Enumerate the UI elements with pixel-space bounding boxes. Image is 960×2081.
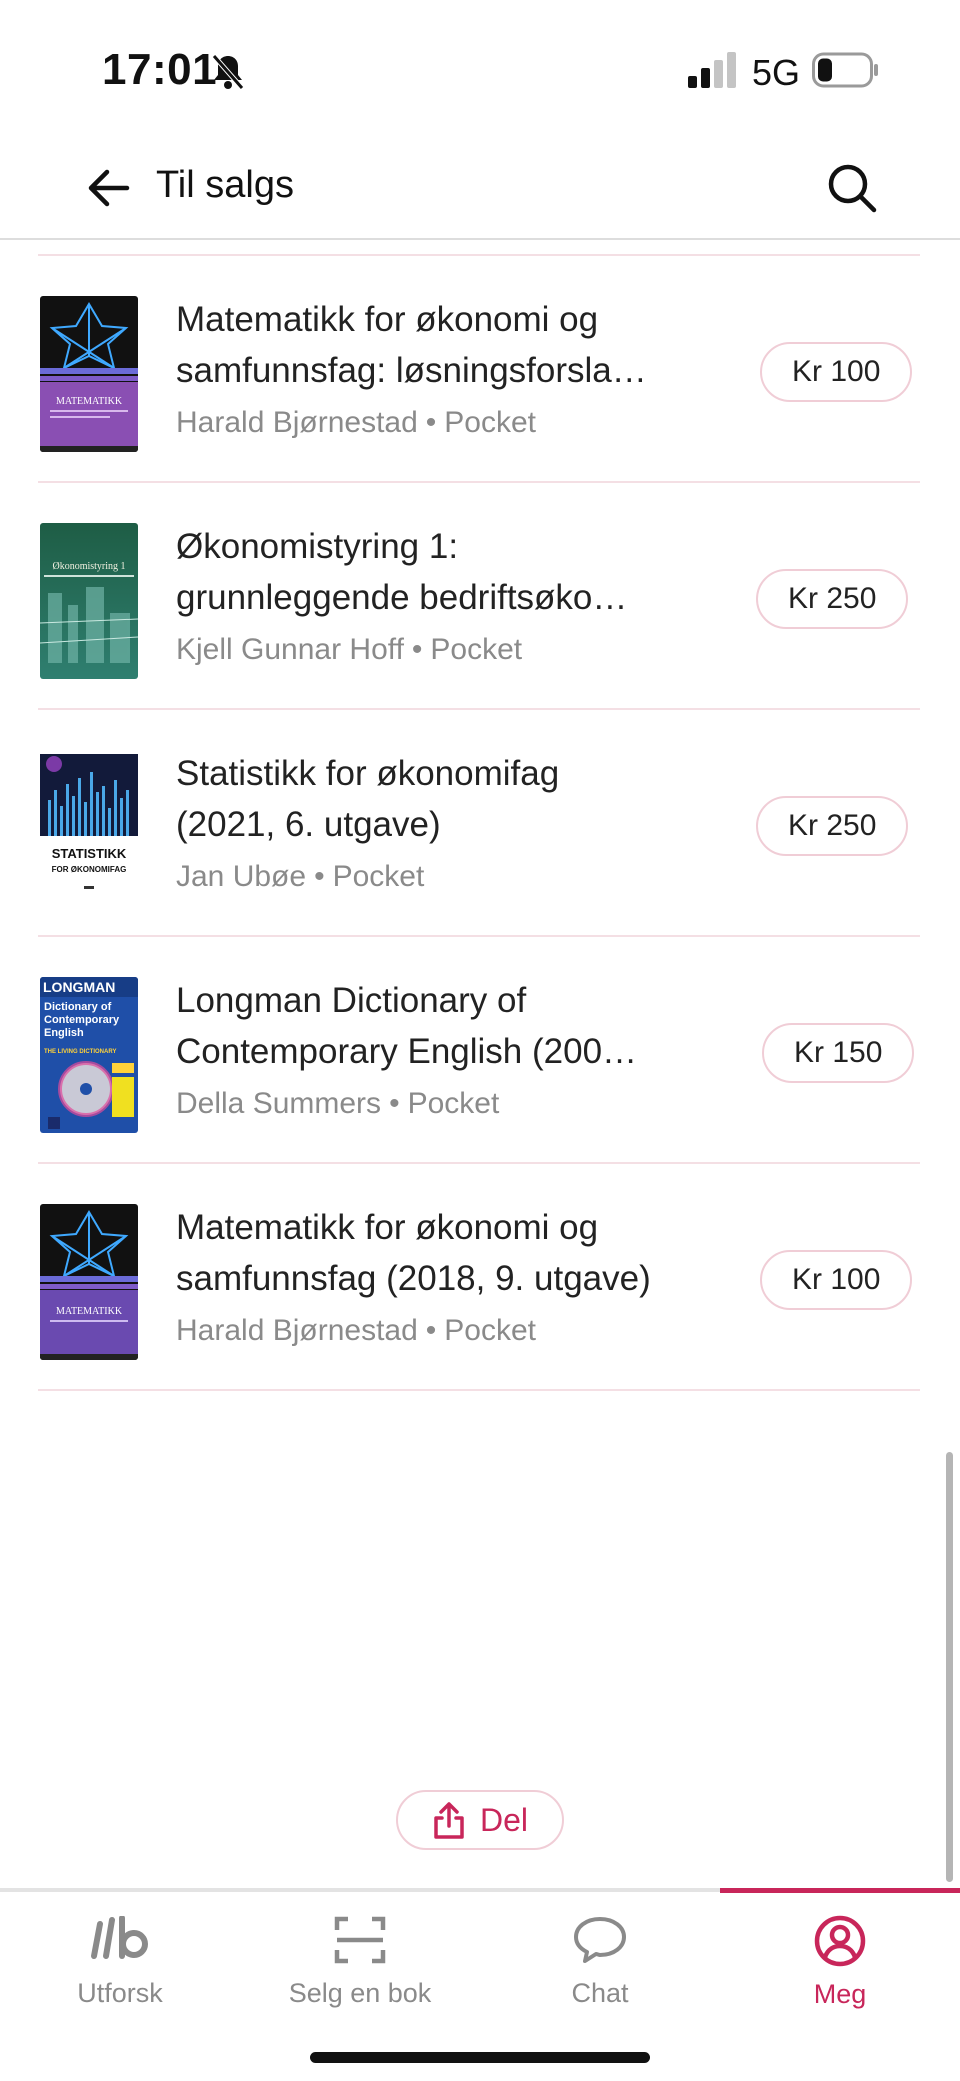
cover-tag: THE LIVING DICTIONARY	[44, 1049, 116, 1055]
tab-label: Chat	[571, 1978, 629, 2008]
listing-meta: Kjell Gunnar Hoff • Pocket	[176, 633, 523, 666]
listing-item[interactable]: STATISTIKK FOR ØKONOMIFAG Statistikk for…	[38, 710, 920, 937]
battery-icon	[812, 52, 878, 88]
listing-format: Pocket	[444, 406, 537, 439]
tab-meg[interactable]: Meg	[720, 1888, 960, 2038]
arrow-left-icon	[88, 169, 130, 207]
network-label: 5G	[752, 52, 801, 93]
listing-title: Matematikk for økonomi og samfunnsfag (2…	[176, 1208, 651, 1298]
book-cover-image: STATISTIKK FOR ØKONOMIFAG	[40, 750, 138, 906]
cover-label: STATISTIKK	[52, 846, 127, 861]
page-title: Til salgs	[156, 164, 294, 206]
share-label: Del	[479, 1801, 528, 1838]
listing-author: Della Summers	[176, 1087, 382, 1120]
tab-label: Utforsk	[77, 1978, 163, 2008]
listing-title: Matematikk for økonomi og samfunnsfag: l…	[176, 300, 647, 390]
listing-list: MATEMATIKK Matematikk for økonomi og sam…	[38, 254, 920, 1391]
cover-label: Økonomistyring 1	[52, 561, 125, 572]
listing-format: Pocket	[444, 1314, 537, 1347]
search-button[interactable]	[822, 158, 882, 218]
chat-bubble-icon	[574, 1917, 626, 1963]
listing-title: Longman Dictionary of Contemporary Engli…	[176, 981, 638, 1071]
price-badge[interactable]: Kr 250	[756, 569, 909, 629]
book-cover-image: Økonomistyring 1	[40, 523, 138, 679]
logo-ib-icon	[91, 1916, 148, 1959]
share-button[interactable]: Del	[396, 1790, 564, 1850]
price-badge[interactable]: Kr 100	[760, 342, 913, 402]
cover-label: MATEMATIKK	[56, 396, 123, 407]
tab-label: Selg en bok	[288, 1978, 432, 2008]
book-cover-image: MATEMATIKK	[40, 296, 138, 452]
listing-title: Statistikk for økonomifag (2021, 6. utga…	[176, 754, 560, 844]
cover-line: English	[44, 1027, 84, 1039]
listing-meta: Harald Bjørnestad • Pocket	[176, 1314, 537, 1347]
bell-off-icon	[212, 54, 244, 90]
app-header: Til salgs	[0, 140, 960, 240]
share-icon	[434, 1802, 464, 1839]
cover-line: Contemporary	[44, 1014, 120, 1026]
tab-selg-en-bok[interactable]: Selg en bok	[240, 1892, 480, 2042]
price-badge[interactable]: Kr 150	[762, 1023, 915, 1083]
listing-format: Pocket	[332, 860, 425, 893]
listing-author: Jan Ubøe	[176, 860, 307, 893]
listing-meta: Jan Ubøe • Pocket	[176, 860, 425, 893]
search-icon	[828, 164, 877, 213]
listing-author: Harald Bjørnestad	[176, 406, 418, 439]
listing-item[interactable]: Økonomistyring 1 Økonomistyring 1: grunn…	[38, 483, 920, 710]
cover-sublabel: FOR ØKONOMIFAG	[52, 865, 127, 874]
status-time: 17:01	[102, 45, 218, 94]
scan-icon	[334, 1916, 386, 1964]
listing-item[interactable]: LONGMAN Dictionary of Contemporary Engli…	[38, 937, 920, 1164]
listing-title: Økonomistyring 1: grunnleggende bedrifts…	[176, 527, 628, 617]
book-cover-image: LONGMAN Dictionary of Contemporary Engli…	[40, 977, 138, 1133]
back-button[interactable]	[80, 160, 136, 216]
listing-format: Pocket	[407, 1087, 500, 1120]
listing-author: Kjell Gunnar Hoff	[176, 633, 404, 666]
tab-label: Meg	[813, 1979, 867, 2009]
listing-meta: Della Summers • Pocket	[176, 1087, 500, 1120]
tab-utforsk[interactable]: Utforsk	[0, 1892, 240, 2042]
listing-author: Harald Bjørnestad	[176, 1314, 418, 1347]
listing-item[interactable]: MATEMATIKK Matematikk for økonomi og sam…	[38, 1164, 920, 1391]
signal-icon	[688, 52, 736, 88]
cover-label: MATEMATIKK	[56, 1306, 123, 1317]
scrollbar[interactable]	[946, 1452, 953, 1882]
status-bar: 17:01 5G	[0, 0, 960, 140]
home-indicator	[310, 2052, 650, 2063]
price-badge[interactable]: Kr 250	[756, 796, 909, 856]
cover-line: Dictionary of	[44, 1001, 112, 1013]
price-badge[interactable]: Kr 100	[760, 1250, 913, 1310]
listing-item[interactable]: MATEMATIKK Matematikk for økonomi og sam…	[38, 256, 920, 483]
user-circle-icon	[814, 1915, 866, 1967]
tab-chat[interactable]: Chat	[480, 1892, 720, 2042]
listing-meta: Harald Bjørnestad • Pocket	[176, 406, 537, 439]
book-cover-image: MATEMATIKK	[40, 1204, 138, 1360]
listing-format: Pocket	[430, 633, 523, 666]
cover-brand: LONGMAN	[43, 979, 115, 995]
